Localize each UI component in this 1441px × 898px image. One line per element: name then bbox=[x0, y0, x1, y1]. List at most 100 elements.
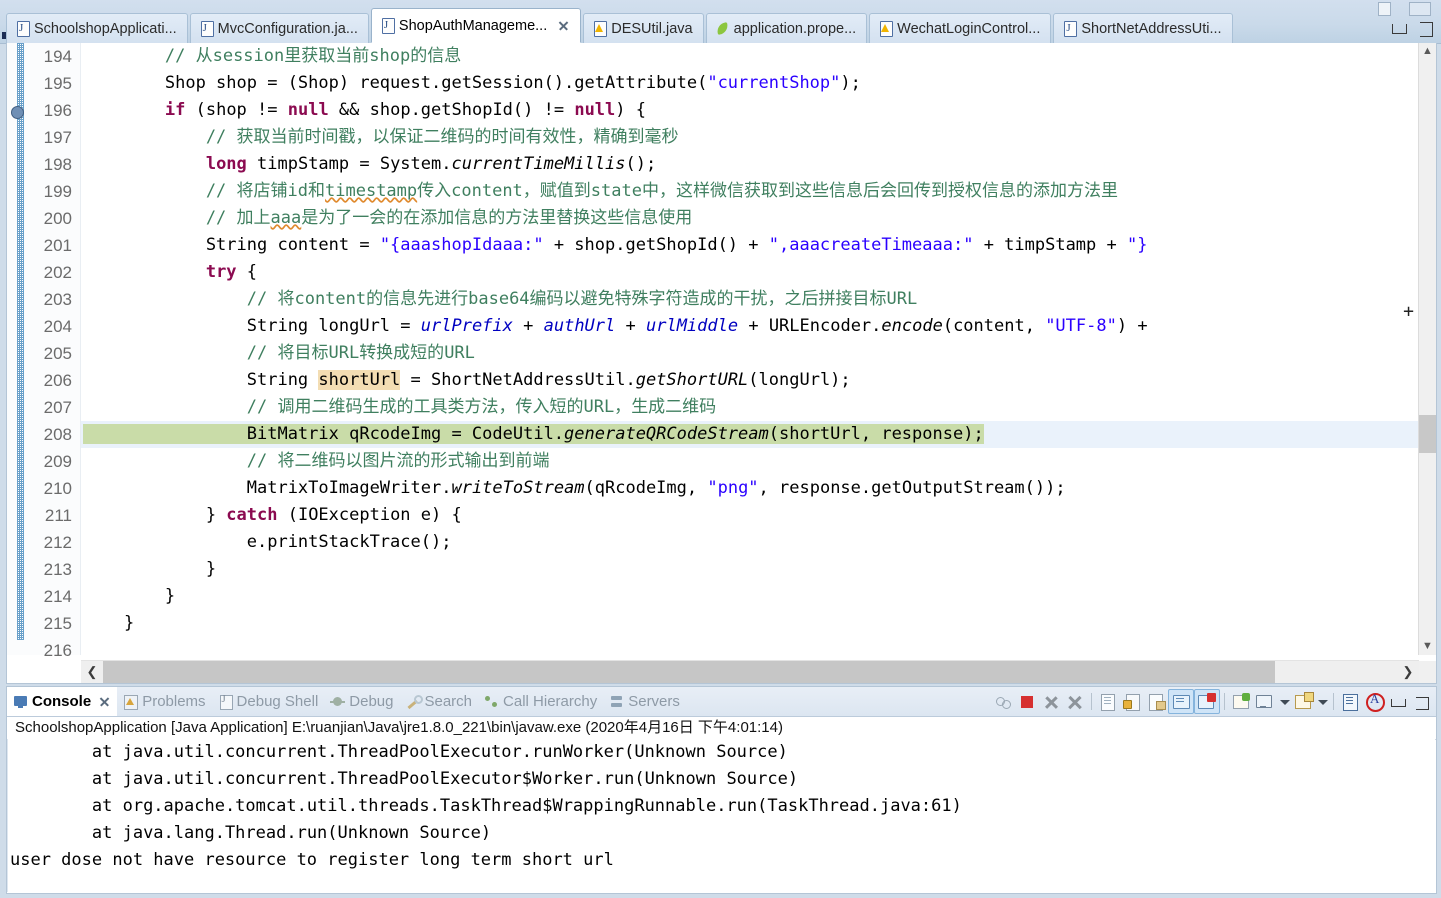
line-number: 197 bbox=[43, 128, 72, 147]
code-line-197[interactable]: // 获取当前时间戳，以保证二维码的时间有效性，精确到毫秒 bbox=[81, 124, 1436, 151]
show-console-stdout-icon[interactable] bbox=[1168, 689, 1194, 714]
servers-icon bbox=[609, 694, 624, 709]
line-number: 200 bbox=[43, 209, 72, 228]
maximize-icon[interactable] bbox=[1410, 690, 1434, 713]
editor-tab-label: WechatLoginControl... bbox=[897, 20, 1041, 37]
line-number: 212 bbox=[43, 533, 72, 552]
code-line-206[interactable]: String shortUrl = ShortNetAddressUtil.ge… bbox=[81, 367, 1436, 394]
occurrence-highlight: shortUrl bbox=[318, 370, 401, 390]
tab-call-hierarchy[interactable]: Call Hierarchy bbox=[478, 687, 603, 716]
tab-servers[interactable]: Servers bbox=[603, 687, 686, 716]
code-line-205[interactable]: // 将目标URL转换成短的URL bbox=[81, 340, 1436, 367]
close-icon[interactable] bbox=[557, 19, 570, 32]
code-line-194[interactable]: // 从session里获取当前shop的信息 bbox=[81, 43, 1436, 70]
code-line-214[interactable]: } bbox=[81, 583, 1436, 610]
code-line-198[interactable]: long timpStamp = System.currentTimeMilli… bbox=[81, 151, 1436, 178]
editor-tab-schoolshopapplication[interactable]: SchoolshopApplicati... bbox=[6, 13, 188, 43]
tab-problems[interactable]: Problems bbox=[117, 687, 211, 716]
line-number: 216 bbox=[43, 641, 72, 660]
horizontal-scroll-thumb[interactable] bbox=[103, 661, 1275, 683]
code-line-216[interactable] bbox=[81, 637, 1436, 655]
scroll-left-icon[interactable]: ❮ bbox=[81, 661, 103, 683]
console-output-line: at org.apache.tomcat.util.threads.TaskTh… bbox=[10, 796, 962, 816]
java-warning-file-icon bbox=[879, 21, 894, 37]
line-number: 204 bbox=[43, 317, 72, 336]
console-output[interactable]: at java.util.concurrent.ThreadPoolExecut… bbox=[8, 739, 1435, 892]
problems-icon bbox=[123, 694, 139, 710]
breakpoint-marker-icon[interactable] bbox=[11, 106, 24, 119]
line-number: 205 bbox=[43, 344, 72, 363]
minimize-icon[interactable] bbox=[1386, 690, 1410, 713]
lock-icon[interactable] bbox=[1120, 690, 1144, 713]
pin-icon[interactable] bbox=[1229, 690, 1253, 713]
scroll-down-icon[interactable]: ▼ bbox=[1419, 638, 1436, 655]
code-line-204[interactable]: String longUrl = urlPrefix + authUrl + u… bbox=[81, 313, 1436, 340]
code-line-203[interactable]: // 将content的信息先进行base64编码以避免特殊字符造成的干扰，之后… bbox=[81, 286, 1436, 313]
code-line-196[interactable]: if (shop != null && shop.getShopId() != … bbox=[81, 97, 1436, 124]
code-line-210[interactable]: MatrixToImageWriter.writeToStream(qRcode… bbox=[81, 475, 1436, 502]
code-line-195[interactable]: Shop shop = (Shop) request.getSession().… bbox=[81, 70, 1436, 97]
line-number: 195 bbox=[43, 74, 72, 93]
stop-icon[interactable] bbox=[1015, 690, 1039, 713]
code-line-207[interactable]: // 调用二维码生成的工具类方法，传入短的URL，生成二维码 bbox=[81, 394, 1436, 421]
close-icon[interactable] bbox=[98, 695, 111, 708]
editor-horizontal-scrollbar[interactable]: ❮ ❯ bbox=[81, 660, 1419, 683]
clear-console-icon[interactable] bbox=[1096, 690, 1120, 713]
code-line-215[interactable]: } bbox=[81, 610, 1436, 637]
new-console-icon[interactable] bbox=[1291, 690, 1315, 713]
java-file-icon bbox=[16, 21, 30, 37]
code-text-area[interactable]: // 从session里获取当前shop的信息 Shop shop = (Sho… bbox=[81, 43, 1436, 655]
console-tab-bar: Console Problems Debug Shell Debug Searc… bbox=[7, 687, 1436, 717]
remove-all-icon[interactable] bbox=[1063, 690, 1087, 713]
fold-expand-icon[interactable]: + bbox=[1403, 303, 1414, 321]
editor-tab-wechatlogincontroller[interactable]: WechatLoginControl... bbox=[869, 13, 1052, 43]
toolbar-separator bbox=[1091, 693, 1092, 710]
editor-tab-mvcconfiguration[interactable]: MvcConfiguration.ja... bbox=[189, 13, 369, 43]
editor-tab-desutil[interactable]: DESUtil.java bbox=[583, 13, 704, 43]
console-output-line: at java.lang.Thread.run(Unknown Source) bbox=[10, 823, 492, 843]
editor-tab-application-properties[interactable]: application.prope... bbox=[705, 13, 868, 43]
scroll-up-icon[interactable]: ▲ bbox=[1419, 43, 1436, 60]
view-menu-icon[interactable] bbox=[1338, 690, 1362, 713]
editor-vertical-scrollbar[interactable]: ▲ ▼ bbox=[1418, 43, 1436, 655]
link-icon[interactable] bbox=[991, 690, 1015, 713]
editor-tab-shortnetaddressutil[interactable]: ShortNetAddressUti... bbox=[1053, 13, 1233, 43]
code-line-211[interactable]: } catch (IOException e) { bbox=[81, 502, 1436, 529]
editor-annotation-gutter[interactable] bbox=[7, 43, 26, 655]
properties-leaf-icon bbox=[716, 21, 729, 36]
code-line-201[interactable]: String content = "{aaashopIdaaa:" + shop… bbox=[81, 232, 1436, 259]
tab-debug-shell[interactable]: Debug Shell bbox=[212, 687, 325, 716]
code-line-200[interactable]: // 加上aaa是为了一会的在添加信息的方法里替换这些信息使用 bbox=[81, 205, 1436, 232]
tab-console[interactable]: Console bbox=[7, 687, 118, 716]
display-console-icon[interactable] bbox=[1253, 690, 1277, 713]
code-line-212[interactable]: e.printStackTrace(); bbox=[81, 529, 1436, 556]
code-line-199[interactable]: // 将店铺id和timestamp传入content，赋值到state中，这样… bbox=[81, 178, 1436, 205]
show-console-stderr-icon[interactable] bbox=[1194, 689, 1220, 714]
chevron-down-icon[interactable] bbox=[1315, 690, 1329, 713]
scroll-right-icon[interactable]: ❯ bbox=[1397, 661, 1419, 683]
ansi-icon[interactable] bbox=[1362, 690, 1386, 713]
vertical-scroll-thumb[interactable] bbox=[1419, 415, 1436, 453]
chevron-down-icon[interactable] bbox=[1277, 690, 1291, 713]
tab-search[interactable]: Search bbox=[399, 687, 478, 716]
change-indicator-bar bbox=[17, 43, 24, 640]
tab-debug[interactable]: Debug bbox=[324, 687, 399, 716]
line-number: 196 bbox=[43, 101, 72, 120]
line-number: 198 bbox=[43, 155, 72, 174]
console-panel: Console Problems Debug Shell Debug Searc… bbox=[6, 686, 1437, 894]
line-number: 208 bbox=[43, 425, 72, 444]
wrap-icon[interactable] bbox=[1144, 690, 1168, 713]
code-line-208[interactable]: BitMatrix qRcodeImg = CodeUtil.generateQ… bbox=[81, 421, 1436, 448]
editor-tab-label: ShortNetAddressUti... bbox=[1081, 20, 1222, 37]
line-number: 213 bbox=[43, 560, 72, 579]
code-line-202[interactable]: try { bbox=[81, 259, 1436, 286]
maximize-icon[interactable] bbox=[1420, 22, 1433, 37]
code-line-213[interactable]: } bbox=[81, 556, 1436, 583]
code-editor[interactable]: 194 195 196 197 198 199 200 201 202 203 … bbox=[6, 43, 1437, 684]
console-tab-label: Debug bbox=[349, 693, 394, 710]
minimize-icon[interactable] bbox=[1392, 24, 1407, 34]
editor-tab-label: MvcConfiguration.ja... bbox=[217, 20, 358, 37]
code-line-209[interactable]: // 将二维码以图片流的形式输出到前端 bbox=[81, 448, 1436, 475]
remove-icon[interactable] bbox=[1039, 690, 1063, 713]
editor-tab-shopauthmanagement[interactable]: ShopAuthManageme... bbox=[370, 8, 582, 43]
